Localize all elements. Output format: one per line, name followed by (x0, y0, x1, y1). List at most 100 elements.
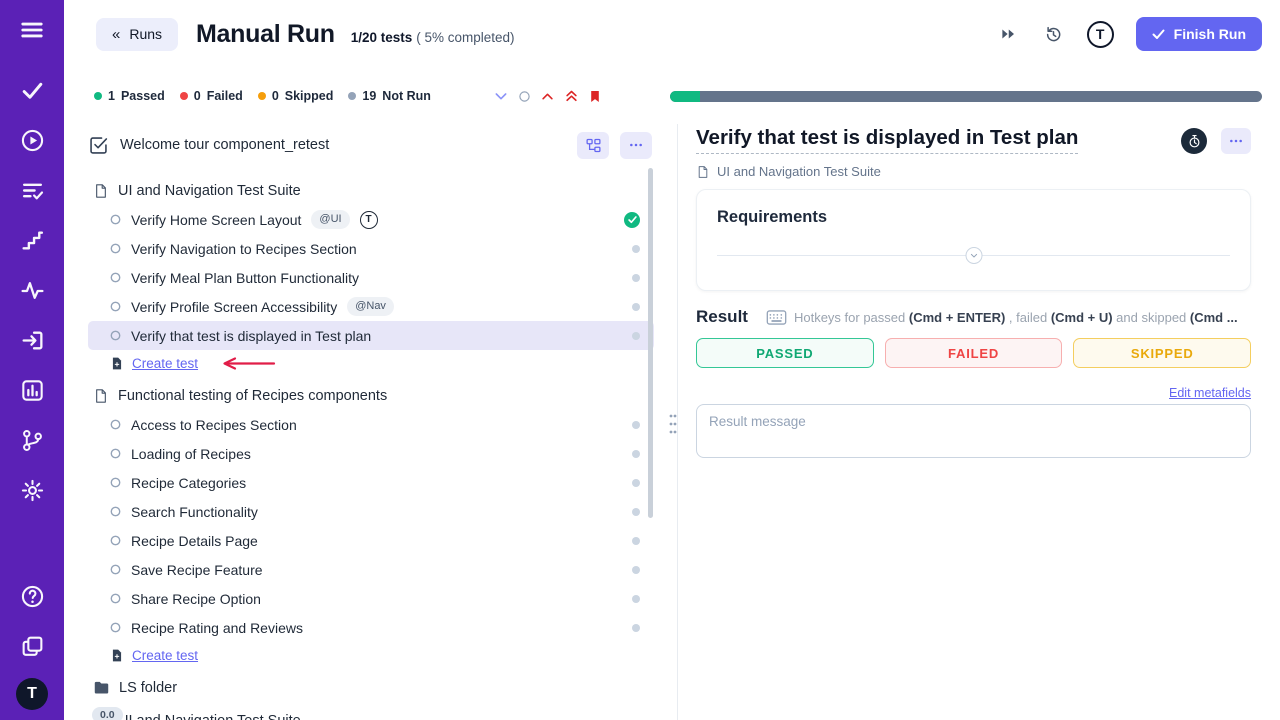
test-row[interactable]: Recipe Categories (88, 468, 654, 497)
import-icon[interactable] (14, 322, 50, 358)
not-run-status-icon (632, 450, 640, 458)
test-row[interactable]: Save Recipe Feature (88, 555, 654, 584)
test-row[interactable]: Search Functionality (88, 497, 654, 526)
run-checklist-icon (88, 135, 109, 156)
test-label: Recipe Rating and Reviews (131, 620, 303, 636)
test-tree-panel: Welcome tour component_retest UI and Nav… (64, 124, 668, 720)
run-progress-fill (670, 91, 700, 102)
test-label: Verify that test is displayed in Test pl… (131, 328, 371, 344)
run-percent-completed: ( 5% completed) (416, 30, 514, 45)
test-row[interactable]: Recipe Rating and Reviews (88, 613, 654, 642)
double-chevron-left-icon: « (112, 26, 120, 43)
create-test-link[interactable]: Create test (132, 648, 198, 663)
detail-more-button[interactable] (1221, 128, 1251, 154)
settings-icon[interactable] (14, 472, 50, 508)
test-label: Save Recipe Feature (131, 562, 263, 578)
runs-icon[interactable] (14, 122, 50, 158)
branches-icon[interactable] (14, 422, 50, 458)
test-row[interactable]: Verify Home Screen Layout@UIT (88, 205, 654, 234)
test-row[interactable]: Share Recipe Option (88, 584, 654, 613)
folder-row[interactable]: LS folder (88, 673, 668, 702)
test-label: Verify Home Screen Layout (131, 212, 301, 228)
test-circle-icon (110, 301, 121, 312)
not-run-status-icon (632, 537, 640, 545)
run-status-bar: 1Passed0Failed0Skipped19Not Run (64, 68, 1280, 124)
create-test-icon (110, 356, 124, 371)
status-dot (180, 92, 188, 100)
status-count-not-run: 19Not Run (348, 89, 431, 103)
not-run-status-icon (632, 566, 640, 574)
bookmark-icon[interactable] (588, 89, 602, 104)
edit-metafields-link[interactable]: Edit metafields (696, 386, 1251, 400)
fast-forward-button[interactable] (993, 19, 1023, 49)
passed-tests-icon[interactable] (14, 72, 50, 108)
file-icon (696, 165, 710, 179)
test-label: Share Recipe Option (131, 591, 261, 607)
suite-row[interactable]: UI and Navigation Test Suite (88, 176, 668, 205)
result-header: Result Hotkeys for passed (Cmd + ENTER) … (696, 307, 1251, 327)
tree-more-button[interactable] (620, 132, 652, 159)
circle-marker-icon[interactable] (518, 90, 531, 103)
help-icon[interactable] (14, 578, 50, 614)
suite-label: UI and Navigation Test Suite (118, 713, 301, 720)
test-row[interactable]: Loading of Recipes (88, 439, 654, 468)
test-row[interactable]: Access to Recipes Section (88, 410, 654, 439)
create-test-link[interactable]: Create test (132, 356, 198, 371)
not-run-status-icon (632, 508, 640, 516)
tag-badge: @Nav (347, 297, 394, 316)
chevron-down-icon[interactable] (493, 88, 509, 104)
jump-previous-failed-icon[interactable] (540, 89, 555, 104)
folder-icon (93, 680, 110, 695)
test-row[interactable]: Verify Navigation to Recipes Section (88, 234, 654, 263)
result-message-input[interactable] (696, 404, 1251, 458)
result-passed-button[interactable]: PASSED (696, 338, 874, 368)
passed-status-icon (624, 212, 640, 228)
analytics-icon[interactable] (14, 272, 50, 308)
back-to-runs-label: Runs (129, 26, 162, 42)
status-counts: 1Passed0Failed0Skipped19Not Run (94, 89, 431, 103)
suite-label: Functional testing of Recipes components (118, 388, 387, 404)
test-title[interactable]: Verify that test is displayed in Test pl… (696, 126, 1078, 154)
finish-run-button[interactable]: Finish Run (1136, 17, 1262, 51)
milestones-icon[interactable] (14, 222, 50, 258)
create-test-row: Create test (88, 350, 668, 377)
suite-row[interactable]: UI and Navigation Test Suite (88, 706, 668, 720)
tree-scrollbar[interactable] (648, 168, 653, 518)
test-label: Recipe Categories (131, 475, 246, 491)
not-run-status-icon (632, 479, 640, 487)
test-circle-icon (110, 477, 121, 488)
projects-icon[interactable] (14, 628, 50, 664)
test-row[interactable]: Recipe Details Page (88, 526, 654, 555)
test-plans-icon[interactable] (14, 172, 50, 208)
test-row[interactable]: Verify that test is displayed in Test pl… (88, 321, 654, 350)
app-logo[interactable]: T (16, 678, 48, 710)
reports-icon[interactable] (14, 372, 50, 408)
sidebar: T (0, 0, 64, 720)
test-row[interactable]: Verify Meal Plan Button Functionality (88, 263, 654, 292)
result-title: Result (696, 307, 748, 327)
status-dot (94, 92, 102, 100)
jump-first-failed-icon[interactable] (564, 89, 579, 104)
panel-splitter[interactable] (668, 124, 678, 720)
brand-logo[interactable]: T (1087, 21, 1114, 48)
group-view-button[interactable] (577, 132, 609, 159)
result-failed-button[interactable]: FAILED (885, 338, 1063, 368)
timer-button[interactable] (1181, 128, 1207, 154)
status-dot (258, 92, 266, 100)
history-button[interactable] (1039, 19, 1069, 49)
not-run-status-icon (632, 303, 640, 311)
breadcrumb[interactable]: UI and Navigation Test Suite (696, 164, 1251, 179)
requirements-divider (717, 247, 1230, 264)
suite-file-icon (93, 183, 109, 199)
expand-requirements-button[interactable] (965, 247, 982, 264)
finish-run-label: Finish Run (1174, 26, 1246, 42)
status-count-skipped: 0Skipped (258, 89, 334, 103)
run-tree-title: Welcome tour component_retest (120, 137, 329, 153)
requirements-card: Requirements (696, 189, 1251, 291)
back-to-runs-button[interactable]: « Runs (96, 18, 178, 51)
result-skipped-button[interactable]: SKIPPED (1073, 338, 1251, 368)
menu-icon[interactable] (14, 12, 50, 48)
suite-row[interactable]: Functional testing of Recipes components (88, 381, 668, 410)
suite-label: UI and Navigation Test Suite (118, 183, 301, 199)
test-row[interactable]: Verify Profile Screen Accessibility@Nav (88, 292, 654, 321)
